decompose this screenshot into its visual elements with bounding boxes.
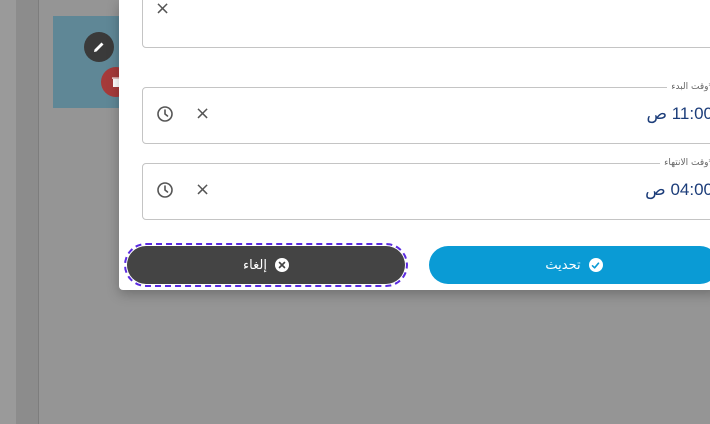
clear-start-time-icon[interactable]: × (195, 104, 210, 124)
update-button[interactable]: تحديث (429, 246, 710, 284)
close-circle-icon (274, 258, 289, 272)
clear-icon[interactable]: × (155, 0, 170, 19)
clock-icon[interactable] (157, 182, 173, 198)
end-time-value[interactable]: 04:00 ص (645, 180, 710, 200)
edit-icon[interactable] (84, 32, 114, 62)
previous-field[interactable]: × (142, 0, 710, 48)
start-time-field[interactable]: وقت البدء* 11:00 ص × (142, 81, 710, 144)
edit-dialog: × وقت البدء* 11:00 ص × وقت الانتهاء* 04:… (119, 0, 710, 290)
start-time-label: وقت البدء* (667, 81, 710, 93)
background-left (0, 0, 16, 424)
clear-end-time-icon[interactable]: × (195, 180, 210, 200)
check-circle-icon (588, 258, 603, 272)
cancel-button-label: إلغاء (243, 257, 267, 273)
clock-icon[interactable] (157, 106, 173, 122)
end-time-label: وقت الانتهاء* (660, 157, 710, 169)
update-button-label: تحديث (545, 257, 581, 273)
end-time-field[interactable]: وقت الانتهاء* 04:00 ص × (142, 157, 710, 220)
cancel-button[interactable]: إلغاء (124, 243, 408, 287)
start-time-value[interactable]: 11:00 ص (646, 104, 710, 124)
background-sidebar (16, 0, 39, 424)
